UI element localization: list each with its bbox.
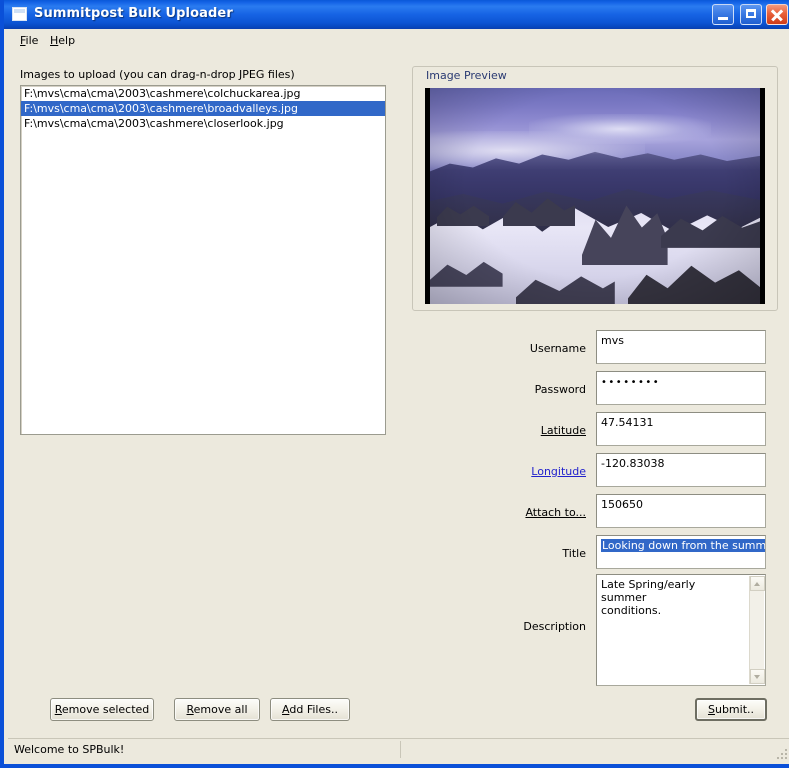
list-item[interactable]: F:\mvs\cma\cma\2003\cashmere\broadvalley… — [21, 101, 385, 116]
list-item[interactable]: F:\mvs\cma\cma\2003\cashmere\colchuckare… — [21, 86, 385, 101]
menu-file-rest: ile — [25, 34, 39, 47]
client-area: Images to upload (you can drag-n-drop JP… — [8, 50, 789, 764]
attach-to-label[interactable]: Attach to... — [448, 506, 586, 519]
add-files-button[interactable]: Add Files.. — [270, 698, 350, 721]
longitude-field[interactable]: -120.83038 — [596, 453, 766, 487]
list-item[interactable]: F:\mvs\cma\cma\2003\cashmere\closerlook.… — [21, 116, 385, 131]
remove-all-rest: emove all — [193, 703, 248, 716]
app-icon — [12, 7, 27, 21]
description-label: Description — [523, 620, 586, 633]
latitude-label[interactable]: Latitude — [448, 424, 586, 437]
latitude-value: 47.54131 — [601, 416, 654, 429]
remove-selected-rest: emove selected — [61, 703, 150, 716]
window-title: Summitpost Bulk Uploader — [34, 6, 233, 21]
image-preview-frame — [425, 88, 765, 304]
submit-button[interactable]: Submit.. — [695, 698, 767, 721]
status-divider — [400, 741, 401, 758]
resize-grip-icon[interactable] — [775, 747, 787, 759]
maximize-button[interactable] — [740, 4, 762, 25]
menu-bar: File Help — [8, 29, 789, 50]
title-label: Title — [562, 547, 586, 560]
status-bar: Welcome to SPBulk! — [8, 738, 789, 760]
menu-item-file[interactable]: File — [14, 32, 44, 49]
description-field[interactable]: Late Spring/early summer conditions. — [596, 574, 766, 686]
file-list[interactable]: F:\mvs\cma\cma\2003\cashmere\colchuckare… — [20, 85, 386, 435]
attach-to-field[interactable]: 150650 — [596, 494, 766, 528]
status-message: Welcome to SPBulk! — [14, 743, 125, 756]
description-value: Late Spring/early summer conditions. — [601, 578, 696, 617]
scroll-down-icon[interactable] — [750, 669, 765, 684]
mountain-photo — [430, 88, 760, 304]
remove-selected-mnemonic: R — [54, 703, 62, 716]
password-value: •••••••• — [601, 377, 661, 388]
remove-selected-button[interactable]: Remove selected — [50, 698, 154, 721]
remove-all-mnemonic: R — [186, 703, 194, 716]
photo-vignette — [430, 88, 760, 304]
close-button[interactable] — [766, 4, 788, 25]
images-to-upload-label: Images to upload (you can drag-n-drop JP… — [20, 68, 295, 81]
title-field[interactable]: Looking down from the summit — [596, 535, 766, 569]
password-field[interactable]: •••••••• — [596, 371, 766, 405]
menu-help-rest: elp — [58, 34, 76, 47]
password-label: Password — [534, 383, 586, 396]
scroll-up-icon[interactable] — [750, 576, 765, 591]
image-preview-legend: Image Preview — [422, 69, 511, 82]
title-value: Looking down from the summit — [601, 539, 765, 552]
latitude-field[interactable]: 47.54131 — [596, 412, 766, 446]
submit-rest: ubmit.. — [714, 703, 755, 716]
username-field[interactable]: mvs — [596, 330, 766, 364]
remove-all-button[interactable]: Remove all — [174, 698, 260, 721]
longitude-value: -120.83038 — [601, 457, 665, 470]
add-files-rest: dd Files.. — [289, 703, 338, 716]
attach-to-value: 150650 — [601, 498, 643, 511]
submit-mnemonic: S — [707, 703, 715, 716]
application-window: Summitpost Bulk Uploader File Help Image… — [0, 0, 789, 768]
title-bar: Summitpost Bulk Uploader — [4, 0, 789, 29]
username-value: mvs — [601, 334, 624, 347]
menu-item-help[interactable]: Help — [44, 32, 81, 49]
description-scrollbar[interactable] — [749, 576, 765, 684]
longitude-label[interactable]: Longitude — [448, 465, 586, 478]
minimize-button[interactable] — [712, 4, 734, 25]
username-label: Username — [529, 342, 586, 355]
